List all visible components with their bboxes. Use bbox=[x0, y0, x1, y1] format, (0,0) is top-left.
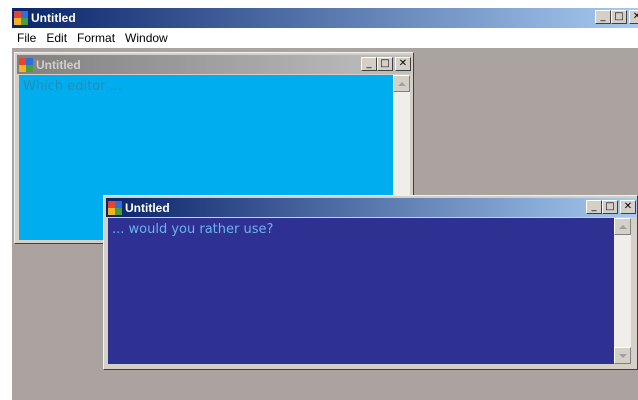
child-2-title-bar[interactable]: Untitled _ □ ✕ bbox=[106, 198, 637, 217]
scroll-down-arrow-icon bbox=[619, 354, 627, 358]
child-1-minimize-button[interactable]: _ bbox=[361, 57, 377, 71]
menu-bar: File Edit Format Window bbox=[12, 29, 638, 47]
child-1-app-icon[interactable] bbox=[19, 57, 33, 72]
menu-format[interactable]: Format bbox=[72, 31, 120, 45]
menu-edit[interactable]: Edit bbox=[41, 31, 72, 45]
main-minimize-button[interactable]: _ bbox=[595, 10, 611, 24]
child-2-scroll-up-button[interactable] bbox=[614, 218, 631, 235]
main-window-title: Untitled bbox=[31, 11, 76, 25]
child-1-editor-text: Which editor ... bbox=[23, 79, 123, 94]
child-2-vertical-scrollbar[interactable] bbox=[614, 218, 631, 364]
child-1-close-button[interactable]: ✕ bbox=[395, 57, 411, 71]
child-window-2[interactable]: Untitled _ □ ✕ ... would you rather use? bbox=[103, 195, 638, 370]
child-2-close-button[interactable]: ✕ bbox=[620, 200, 636, 214]
child-1-title-bar[interactable]: Untitled _ □ ✕ bbox=[17, 55, 411, 74]
child-2-title: Untitled bbox=[125, 200, 170, 215]
child-2-scroll-down-button[interactable] bbox=[614, 347, 631, 364]
scroll-up-arrow-icon bbox=[619, 225, 627, 229]
child-2-editor[interactable]: ... would you rather use? bbox=[108, 218, 614, 364]
main-maximize-button[interactable]: □ bbox=[611, 10, 627, 24]
app-icon[interactable] bbox=[14, 11, 28, 25]
menu-file[interactable]: File bbox=[12, 31, 41, 45]
main-title-bar[interactable]: Untitled _ □ ✕ bbox=[12, 8, 638, 28]
child-2-editor-text: ... would you rather use? bbox=[112, 222, 274, 237]
child-2-maximize-button[interactable]: □ bbox=[602, 200, 618, 214]
child-2-app-icon[interactable] bbox=[108, 200, 122, 215]
main-close-button[interactable]: ✕ bbox=[629, 10, 638, 24]
child-2-minimize-button[interactable]: _ bbox=[586, 200, 602, 214]
scroll-up-arrow-icon bbox=[398, 82, 406, 86]
child-1-maximize-button[interactable]: □ bbox=[377, 57, 393, 71]
child-1-scroll-up-button[interactable] bbox=[393, 75, 410, 92]
menu-window[interactable]: Window bbox=[120, 31, 173, 45]
child-1-title: Untitled bbox=[36, 57, 81, 72]
